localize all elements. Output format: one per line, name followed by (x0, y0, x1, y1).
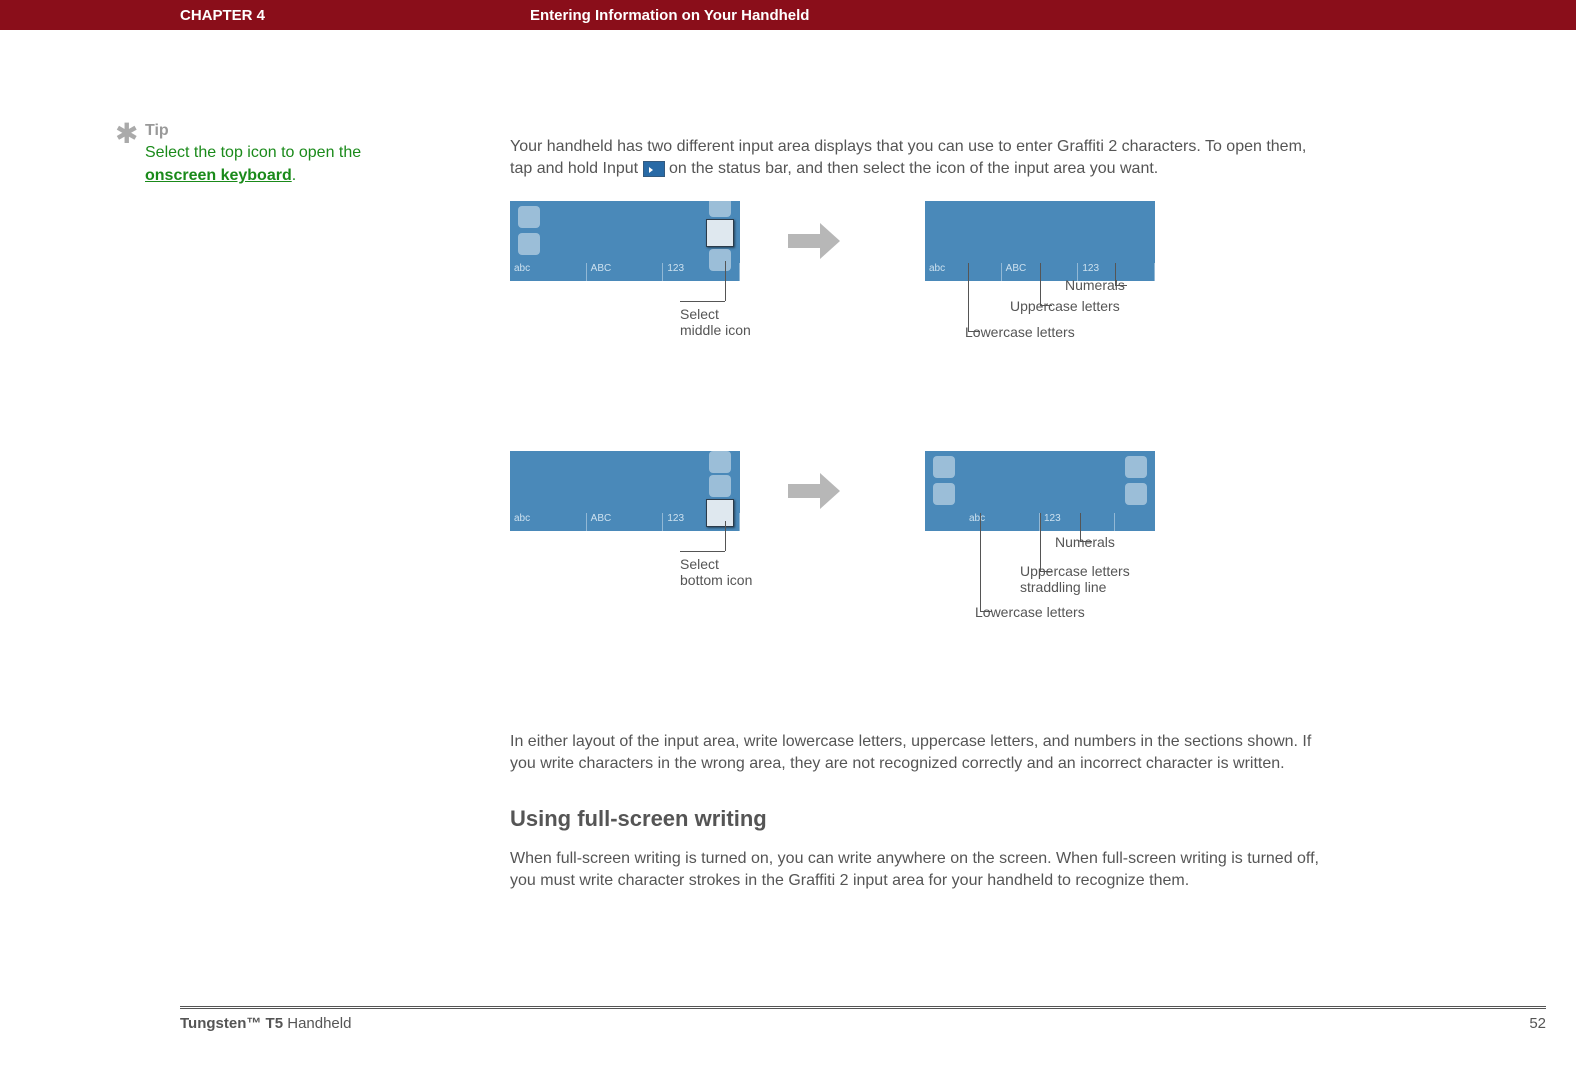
callout-uppercase-straddle: Uppercase letters straddling line (1020, 563, 1130, 595)
input-area-source-1: abc ABC 123 (510, 201, 740, 281)
app-icon (1125, 456, 1147, 478)
callout-lead (968, 263, 969, 331)
input-icon (643, 161, 665, 177)
asterisk-icon: ✱ (115, 114, 138, 153)
intro-part2: on the status bar, and then select the i… (669, 160, 1158, 177)
selector-top-icon (709, 201, 731, 217)
zone-num: 123 (1040, 513, 1115, 531)
launch-icons (1121, 456, 1151, 505)
arrow-icon (788, 471, 848, 511)
callout-select-bottom: Select bottom icon (680, 556, 752, 588)
app-icon (1125, 483, 1147, 505)
callout-numerals: Numerals (1055, 534, 1115, 550)
launch-icons (929, 456, 959, 505)
app-icon (933, 483, 955, 505)
product-name: Tungsten™ T5 Handheld (180, 1015, 351, 1032)
launch-icons (514, 206, 544, 255)
tip-text-post: . (292, 167, 296, 184)
callout-numerals: Numerals (1065, 277, 1125, 293)
page-body: ✱ Tip Select the top icon to open the on… (0, 30, 1576, 1080)
callout-lead (680, 551, 725, 552)
header-bar: CHAPTER 4 Entering Information on Your H… (0, 0, 1576, 30)
zone-lower: abc (510, 513, 587, 531)
tip-block: ✱ Tip Select the top icon to open the on… (145, 120, 415, 187)
page-footer: Tungsten™ T5 Handheld 52 (180, 1006, 1546, 1032)
callout-lead (980, 513, 981, 611)
diagram-middle-icon: abc ABC 123 Select middle icon (510, 201, 1325, 411)
selector-stack (706, 201, 734, 271)
app-icon (518, 206, 540, 228)
input-area-source-2: abc ABC 123 (510, 451, 740, 531)
selector-stack (706, 451, 734, 527)
tip-body: Select the top icon to open the onscreen… (145, 144, 361, 183)
app-icon (933, 456, 955, 478)
intro-paragraph: Your handheld has two different input ar… (510, 136, 1325, 181)
after-paragraph: In either layout of the input area, writ… (510, 731, 1325, 776)
section-para-fullscreen: When full-screen writing is turned on, y… (510, 848, 1325, 893)
page-number: 52 (1529, 1015, 1546, 1032)
zone-lower: abc (510, 263, 587, 281)
callout-select-middle: Select middle icon (680, 306, 751, 338)
selector-bottom-icon (706, 499, 734, 527)
app-icon (518, 233, 540, 255)
callout-lead (725, 521, 726, 551)
callout-lowercase: Lowercase letters (965, 324, 1075, 340)
tip-label: Tip (145, 122, 169, 139)
product-rest: Handheld (283, 1015, 351, 1032)
zone-lower: abc (965, 513, 1040, 531)
callout-lead (725, 261, 726, 301)
selector-top-icon (709, 451, 731, 473)
main-content: Your handheld has two different input ar… (510, 120, 1325, 896)
zone-upper: ABC (587, 513, 664, 531)
onscreen-keyboard-link[interactable]: onscreen keyboard (145, 167, 292, 184)
product-bold: Tungsten™ T5 (180, 1015, 283, 1032)
tip-text-pre: Select the top icon to open the (145, 144, 361, 161)
selector-middle-icon (706, 219, 734, 247)
chapter-label: CHAPTER 4 (180, 7, 530, 24)
callout-lead (680, 301, 725, 302)
callout-uppercase: Uppercase letters (1010, 298, 1120, 314)
diagram-bottom-icon: abc ABC 123 Select bottom icon (510, 451, 1325, 691)
selector-middle-icon (709, 475, 731, 497)
callout-lowercase: Lowercase letters (975, 604, 1085, 620)
selector-bottom-icon (709, 249, 731, 271)
zone-upper: ABC (587, 263, 664, 281)
chapter-title: Entering Information on Your Handheld (530, 7, 809, 24)
arrow-icon (788, 221, 848, 261)
zone-lower: abc (925, 263, 1002, 281)
section-heading-fullscreen: Using full-screen writing (510, 806, 1325, 832)
